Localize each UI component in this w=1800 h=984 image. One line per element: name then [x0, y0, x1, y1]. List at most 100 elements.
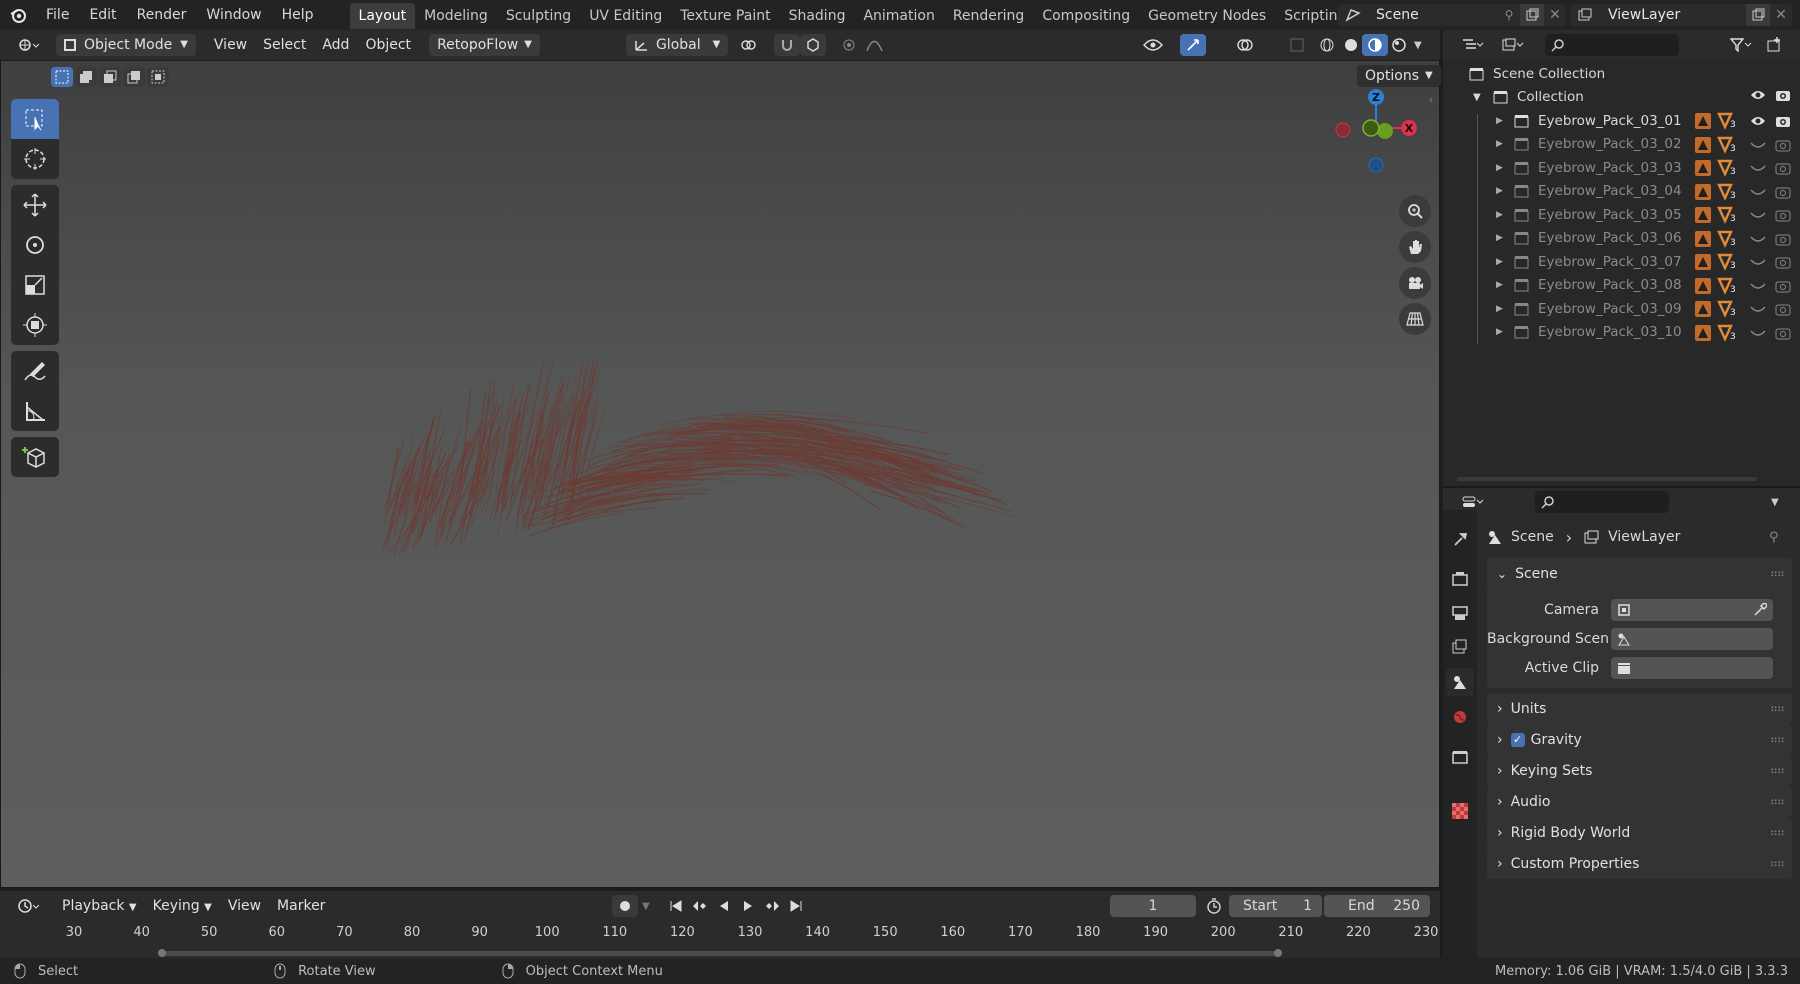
start-frame-field[interactable]: Start 1	[1229, 895, 1322, 917]
viewlayer-icon[interactable]	[1570, 4, 1600, 26]
particle-system-icon[interactable]	[1695, 160, 1711, 180]
outliner-object-row[interactable]: ▶ Eyebrow_Pack_03_04 3	[1443, 180, 1800, 204]
panel-rigid-body-world[interactable]: › Rigid Body World ⠶⠶	[1487, 817, 1792, 848]
menu-view[interactable]: View	[220, 895, 269, 917]
select-box-extend-icon[interactable]	[75, 67, 97, 87]
scene-collection-row[interactable]: Scene Collection	[1443, 62, 1800, 86]
pin-icon[interactable]: ⚲	[1769, 530, 1779, 545]
drag-grip-icon[interactable]: ⠶⠶	[1770, 795, 1785, 808]
pin-icon[interactable]: ⚲	[1498, 4, 1520, 26]
outliner-object-row[interactable]: ▶ Eyebrow_Pack_03_09 3	[1443, 297, 1800, 321]
delete-scene-icon[interactable]: ✕	[1544, 4, 1566, 26]
camera-disabled-icon[interactable]	[1775, 302, 1791, 320]
scrollbar-handle-left-icon[interactable]	[158, 949, 166, 957]
disclosure-triangle-icon[interactable]: ▶	[1496, 163, 1510, 173]
pan-hand-icon[interactable]	[1399, 231, 1431, 263]
disclosure-triangle-icon[interactable]: ▶	[1496, 327, 1510, 337]
snap-icon[interactable]	[774, 34, 801, 56]
camera-disabled-icon[interactable]	[1775, 161, 1791, 179]
menu-help[interactable]: Help	[272, 0, 324, 30]
camera-disabled-icon[interactable]	[1775, 326, 1791, 344]
delete-viewlayer-icon[interactable]: ✕	[1770, 4, 1792, 26]
visibility-icon[interactable]	[1140, 34, 1166, 56]
viewlayer-name-field[interactable]: ViewLayer	[1600, 4, 1746, 26]
disclosure-triangle-icon[interactable]: ▼	[1473, 92, 1487, 103]
menu-object[interactable]: Object	[357, 34, 419, 56]
solid-shading-icon[interactable]	[1338, 34, 1364, 56]
tool-add-cube[interactable]	[11, 437, 59, 477]
select-box-subtract-icon[interactable]	[99, 67, 121, 87]
jump-start-icon[interactable]	[664, 895, 688, 917]
tab-sculpting[interactable]: Sculpting	[497, 3, 580, 29]
outliner-object-row[interactable]: ▶ Eyebrow_Pack_03_05 3	[1443, 203, 1800, 227]
filter-icon[interactable]	[1723, 34, 1759, 56]
camera-render-icon[interactable]	[1775, 114, 1791, 132]
outliner-search-input[interactable]	[1545, 34, 1679, 56]
background-scene-field[interactable]	[1611, 627, 1773, 650]
material-shading-icon[interactable]	[1362, 34, 1388, 56]
end-frame-field[interactable]: End 250	[1324, 895, 1430, 917]
eye-closed-icon[interactable]	[1750, 139, 1766, 155]
falloff-icon[interactable]	[862, 34, 888, 56]
particle-system-icon[interactable]	[1695, 207, 1711, 227]
tool-cursor[interactable]	[11, 139, 59, 179]
chevron-down-icon[interactable]: ▼	[1771, 497, 1779, 508]
camera-disabled-icon[interactable]	[1775, 208, 1791, 226]
camera-render-icon[interactable]	[1775, 88, 1791, 106]
collection-tab-icon[interactable]	[1452, 744, 1468, 770]
region-toggle-arrow[interactable]: ‹	[1429, 95, 1439, 109]
display-mode-icon[interactable]	[1495, 34, 1531, 56]
texture-tab-icon[interactable]	[1452, 798, 1468, 824]
eye-icon[interactable]	[1750, 115, 1766, 131]
timeline-scrollbar[interactable]	[160, 951, 1280, 956]
drag-grip-icon[interactable]: ⠶⠶	[1770, 702, 1785, 715]
menu-render[interactable]: Render	[127, 0, 197, 30]
menu-marker[interactable]: Marker	[269, 895, 333, 917]
outliner-object-row[interactable]: ▶ Eyebrow_Pack_03_06 3	[1443, 227, 1800, 251]
tab-animation[interactable]: Animation	[854, 3, 943, 29]
outliner-object-row[interactable]: ▶ Eyebrow_Pack_03_03 3	[1443, 156, 1800, 180]
select-box-invert-icon[interactable]	[123, 67, 145, 87]
panel-keying-sets[interactable]: › Keying Sets ⠶⠶	[1487, 755, 1792, 786]
jump-end-icon[interactable]	[784, 895, 808, 917]
scene-name-field[interactable]: Scene	[1368, 4, 1498, 26]
tool-move[interactable]	[11, 185, 59, 225]
disclosure-triangle-icon[interactable]: ▶	[1496, 116, 1510, 126]
mode-dropdown[interactable]: Object Mode ▼	[56, 34, 196, 56]
panel-gravity[interactable]: › ✓ Gravity ⠶⠶	[1487, 724, 1792, 755]
particle-system-icon[interactable]	[1695, 324, 1711, 345]
menu-edit[interactable]: Edit	[79, 0, 126, 30]
menu-select[interactable]: Select	[255, 34, 314, 56]
3d-viewport[interactable]: Options ▼ Z X ‹	[0, 60, 1441, 888]
active-clip-field[interactable]	[1611, 656, 1773, 679]
tab-layout[interactable]: Layout	[349, 3, 416, 29]
transform-orientation-dropdown[interactable]: Global ▼	[625, 34, 729, 56]
perspective-grid-icon[interactable]	[1399, 303, 1431, 335]
select-box-new-icon[interactable]	[51, 67, 73, 87]
drag-grip-icon[interactable]: ⠶⠶	[1770, 857, 1785, 870]
rendered-shading-icon[interactable]	[1386, 34, 1412, 56]
particle-system-icon[interactable]	[1695, 277, 1711, 298]
zoom-icon[interactable]	[1399, 195, 1431, 227]
new-viewlayer-icon[interactable]	[1746, 4, 1770, 26]
auto-keying-button[interactable]	[612, 895, 638, 917]
xray-icon[interactable]	[1284, 34, 1310, 56]
pivot-point-icon[interactable]	[734, 34, 768, 56]
disclosure-triangle-icon[interactable]: ▶	[1496, 233, 1510, 243]
eye-closed-icon[interactable]	[1750, 303, 1766, 319]
timeline-editor-icon[interactable]	[10, 895, 46, 917]
play-reverse-icon[interactable]	[712, 895, 736, 917]
camera-field[interactable]	[1611, 598, 1773, 621]
overlays-icon[interactable]	[1232, 34, 1258, 56]
breadcrumb-viewlayer[interactable]: ViewLayer	[1608, 529, 1680, 545]
gravity-checkbox[interactable]: ✓	[1510, 732, 1525, 747]
outliner-object-row[interactable]: ▶ Eyebrow_Pack_03_02 3	[1443, 133, 1800, 157]
panel-audio[interactable]: › Audio ⠶⠶	[1487, 786, 1792, 817]
new-scene-icon[interactable]	[1520, 4, 1544, 26]
tab-rendering[interactable]: Rendering	[944, 3, 1034, 29]
outliner-object-row[interactable]: ▶ Eyebrow_Pack_03_07 3	[1443, 250, 1800, 274]
camera-disabled-icon[interactable]	[1775, 279, 1791, 297]
panel-scene-header[interactable]: ⌄ Scene ⠶⠶	[1487, 558, 1792, 589]
tool-annotate[interactable]	[11, 351, 59, 391]
disclosure-triangle-icon[interactable]: ▶	[1496, 139, 1510, 149]
